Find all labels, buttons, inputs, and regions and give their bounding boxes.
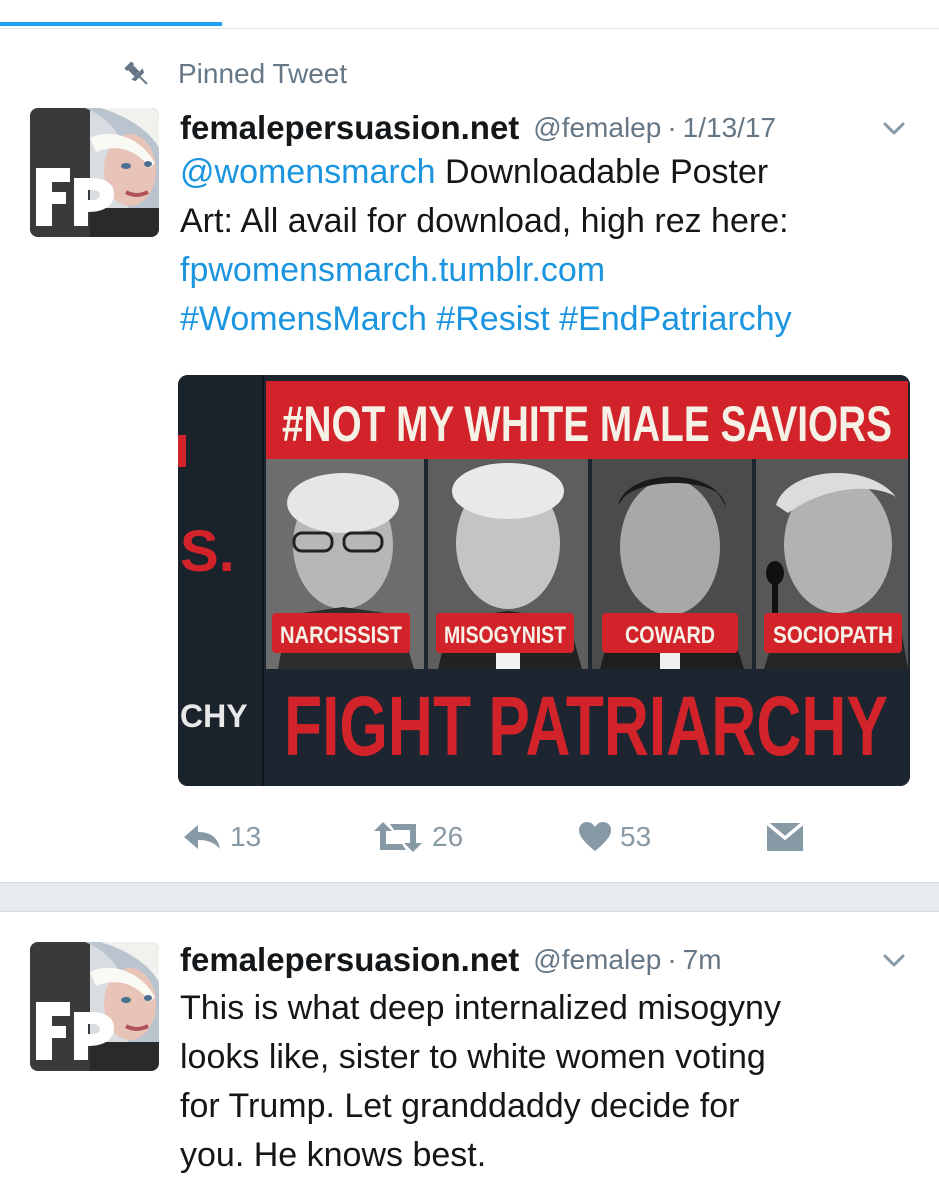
hashtag-links[interactable]: #WomensMarch #Resist #EndPatriarchy [180,295,920,344]
avatar[interactable] [30,108,159,237]
active-tab-indicator [0,22,222,26]
direct-message-button[interactable] [766,812,804,862]
tweet-text-line: looks like, sister to white women voting [180,1038,766,1076]
poster-label: NARCISSIST [280,622,402,649]
author-handle[interactable]: @femalep [533,944,661,976]
poster-label: COWARD [625,622,715,649]
poster-slogan: FIGHT PATRIARCHY [284,679,888,773]
envelope-icon [766,822,804,851]
tweet-text: This is what deep internalized misogyny … [180,984,920,1180]
poster-headline: #NOT MY WHITE MALE SAVIORS [282,396,892,452]
poster-label: MISOGYNIST [444,622,566,649]
tab-divider [0,28,939,29]
author-handle[interactable]: @femalep [533,112,661,144]
tweet-timestamp[interactable]: 7m [683,944,722,976]
tweet-text-line: Downloadable Poster [435,153,769,191]
tweet-text: @womensmarch Downloadable Poster Art: Al… [180,148,920,344]
tweet-actions: 13 26 53 [180,812,860,862]
poster-label: SOCIOPATH [773,622,893,649]
author-name[interactable]: femalepersuasion.net [180,941,519,979]
tweet-header: femalepersuasion.net @femalep · 1/13/17 [180,104,920,152]
tweet[interactable]: femalepersuasion.net @femalep · 7m This … [0,912,939,1200]
chevron-down-icon[interactable] [882,116,906,140]
separator-dot: · [667,944,677,975]
tweet-text-line: you. He knows best. [180,1136,487,1174]
chevron-down-icon[interactable] [882,948,906,972]
url-link[interactable]: fpwomensmarch.tumblr.com [180,246,920,295]
pin-icon [120,57,154,91]
separator-dot: · [667,112,677,143]
retweet-icon [374,822,422,852]
author-name[interactable]: femalepersuasion.net [180,109,519,147]
like-button[interactable]: 53 [578,812,651,862]
tweet-header: femalepersuasion.net @femalep · 7m [180,936,920,984]
mention-link[interactable]: @womensmarch [180,153,436,191]
pinned-indicator: Pinned Tweet [120,54,347,94]
tweet-text-line: This is what deep internalized misogyny [180,989,781,1027]
tweet-timestamp[interactable]: 1/13/17 [683,112,776,144]
reply-count: 13 [230,821,262,852]
timeline-separator [0,882,939,912]
retweet-button[interactable]: 26 [372,812,463,862]
reply-button[interactable]: 13 [180,812,261,862]
pinned-tweet[interactable]: Pinned Tweet femalepersuasion.net @femal… [0,40,939,882]
tweet-text-line: for Trump. Let granddaddy decide for [180,1087,740,1125]
poster-fragment-text: CHY [180,698,248,734]
tweet-text-line: Art: All avail for download, high rez he… [180,202,789,240]
poster-fragment-text: S. [180,519,235,584]
retweet-count: 26 [432,821,464,852]
heart-icon [579,822,611,851]
reply-icon [184,825,220,849]
avatar[interactable] [30,942,159,1071]
pinned-label: Pinned Tweet [178,58,348,89]
tweet-media-image[interactable]: S. CHY #NOT MY WHITE MALE SAVIORS NARCIS… [178,375,910,786]
like-count: 53 [620,821,652,852]
